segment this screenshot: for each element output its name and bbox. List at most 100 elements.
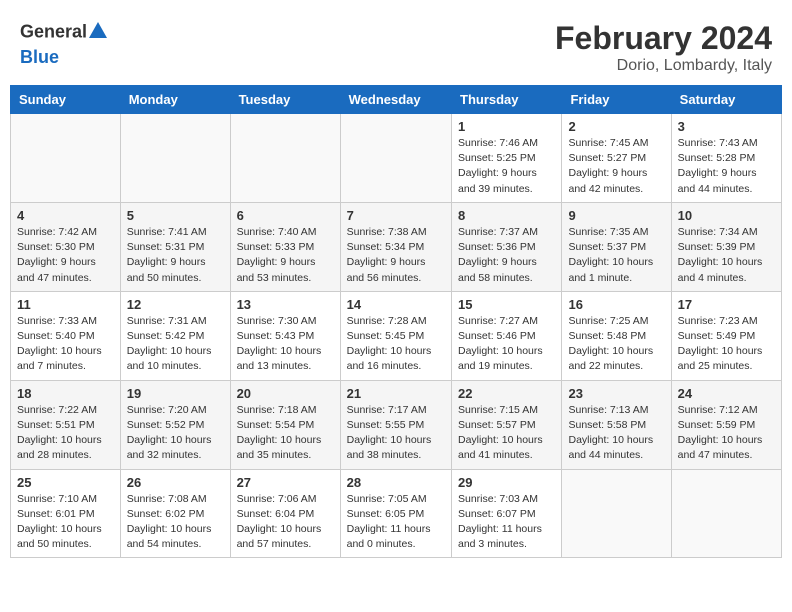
calendar-cell: 16 Sunrise: 7:25 AMSunset: 5:48 PMDayligh… (562, 291, 671, 380)
day-info: Sunrise: 7:20 AMSunset: 5:52 PMDaylight:… (127, 403, 224, 464)
calendar-cell: 18 Sunrise: 7:22 AMSunset: 5:51 PMDayligh… (11, 380, 121, 469)
day-number: 16 (568, 297, 664, 312)
day-info: Sunrise: 7:08 AMSunset: 6:02 PMDaylight:… (127, 492, 224, 553)
calendar-cell: 25 Sunrise: 7:10 AMSunset: 6:01 PMDayligh… (11, 469, 121, 558)
day-number: 20 (237, 386, 334, 401)
day-number: 11 (17, 297, 114, 312)
day-number: 24 (678, 386, 775, 401)
day-number: 28 (347, 475, 445, 490)
calendar-cell: 10 Sunrise: 7:34 AMSunset: 5:39 PMDayligh… (671, 202, 781, 291)
title-block: February 2024 Dorio, Lombardy, Italy (555, 20, 772, 75)
day-info: Sunrise: 7:41 AMSunset: 5:31 PMDaylight:… (127, 225, 224, 286)
column-header-friday: Friday (562, 86, 671, 114)
calendar-cell: 8Sunrise: 7:37 AMSunset: 5:36 PMDaylight… (452, 202, 562, 291)
calendar-cell: 4 Sunrise: 7:42 AMSunset: 5:30 PMDaylight… (11, 202, 121, 291)
day-info: Sunrise: 7:15 AMSunset: 5:57 PMDaylight:… (458, 403, 555, 464)
day-info: Sunrise: 7:30 AMSunset: 5:43 PMDaylight:… (237, 314, 334, 375)
logo: General Blue (20, 20, 109, 68)
calendar-cell: 3 Sunrise: 7:43 AMSunset: 5:28 PMDaylight… (671, 114, 781, 203)
day-number: 23 (568, 386, 664, 401)
column-header-wednesday: Wednesday (340, 86, 451, 114)
day-number: 21 (347, 386, 445, 401)
calendar-cell: 15 Sunrise: 7:27 AMSunset: 5:46 PMDayligh… (452, 291, 562, 380)
calendar-week-row: 11 Sunrise: 7:33 AMSunset: 5:40 PMDayligh… (11, 291, 782, 380)
day-number: 19 (127, 386, 224, 401)
day-info: Sunrise: 7:42 AMSunset: 5:30 PMDaylight:… (17, 225, 114, 286)
day-number: 5 (127, 208, 224, 223)
day-info: Sunrise: 7:28 AMSunset: 5:45 PMDaylight:… (347, 314, 445, 375)
day-info: Sunrise: 7:23 AMSunset: 5:49 PMDaylight:… (678, 314, 775, 375)
day-number: 29 (458, 475, 555, 490)
day-number: 26 (127, 475, 224, 490)
month-title: February 2024 (555, 20, 772, 57)
day-info: Sunrise: 7:06 AMSunset: 6:04 PMDaylight:… (237, 492, 334, 553)
day-number: 10 (678, 208, 775, 223)
column-header-saturday: Saturday (671, 86, 781, 114)
calendar-header-row: SundayMondayTuesdayWednesdayThursdayFrid… (11, 86, 782, 114)
day-info: Sunrise: 7:37 AMSunset: 5:36 PMDaylight:… (458, 225, 555, 286)
calendar-cell: 17Sunrise: 7:23 AMSunset: 5:49 PMDayligh… (671, 291, 781, 380)
day-info: Sunrise: 7:40 AMSunset: 5:33 PMDaylight:… (237, 225, 334, 286)
day-info: Sunrise: 7:22 AMSunset: 5:51 PMDaylight:… (17, 403, 114, 464)
day-info: Sunrise: 7:25 AMSunset: 5:48 PMDaylight:… (568, 314, 664, 375)
day-number: 13 (237, 297, 334, 312)
day-number: 6 (237, 208, 334, 223)
column-header-sunday: Sunday (11, 86, 121, 114)
day-number: 4 (17, 208, 114, 223)
calendar-cell: 29 Sunrise: 7:03 AMSunset: 6:07 PMDayligh… (452, 469, 562, 558)
day-info: Sunrise: 7:31 AMSunset: 5:42 PMDaylight:… (127, 314, 224, 375)
column-header-thursday: Thursday (452, 86, 562, 114)
day-number: 1 (458, 119, 555, 134)
day-info: Sunrise: 7:45 AMSunset: 5:27 PMDaylight:… (568, 136, 664, 197)
day-info: Sunrise: 7:34 AMSunset: 5:39 PMDaylight:… (678, 225, 775, 286)
calendar-cell: 28 Sunrise: 7:05 AMSunset: 6:05 PMDayligh… (340, 469, 451, 558)
calendar-cell: 24Sunrise: 7:12 AMSunset: 5:59 PMDayligh… (671, 380, 781, 469)
calendar-cell: 19 Sunrise: 7:20 AMSunset: 5:52 PMDayligh… (120, 380, 230, 469)
day-info: Sunrise: 7:10 AMSunset: 6:01 PMDaylight:… (17, 492, 114, 553)
calendar-cell: 2 Sunrise: 7:45 AMSunset: 5:27 PMDaylight… (562, 114, 671, 203)
calendar-cell: 27 Sunrise: 7:06 AMSunset: 6:04 PMDayligh… (230, 469, 340, 558)
day-number: 15 (458, 297, 555, 312)
day-info: Sunrise: 7:43 AMSunset: 5:28 PMDaylight:… (678, 136, 775, 197)
calendar-cell: 11 Sunrise: 7:33 AMSunset: 5:40 PMDayligh… (11, 291, 121, 380)
day-number: 2 (568, 119, 664, 134)
day-number: 12 (127, 297, 224, 312)
logo-blue: Blue (20, 47, 59, 67)
day-info: Sunrise: 7:17 AMSunset: 5:55 PMDaylight:… (347, 403, 445, 464)
day-info: Sunrise: 7:35 AMSunset: 5:37 PMDaylight:… (568, 225, 664, 286)
day-number: 22 (458, 386, 555, 401)
day-number: 7 (347, 208, 445, 223)
day-info: Sunrise: 7:33 AMSunset: 5:40 PMDaylight:… (17, 314, 114, 375)
calendar-cell: 9 Sunrise: 7:35 AMSunset: 5:37 PMDaylight… (562, 202, 671, 291)
day-number: 18 (17, 386, 114, 401)
logo-general: General (20, 22, 87, 42)
calendar-cell: 6 Sunrise: 7:40 AMSunset: 5:33 PMDaylight… (230, 202, 340, 291)
calendar-cell: 7 Sunrise: 7:38 AMSunset: 5:34 PMDaylight… (340, 202, 451, 291)
day-number: 9 (568, 208, 664, 223)
day-number: 25 (17, 475, 114, 490)
calendar-cell: 12 Sunrise: 7:31 AMSunset: 5:42 PMDayligh… (120, 291, 230, 380)
day-info: Sunrise: 7:18 AMSunset: 5:54 PMDaylight:… (237, 403, 334, 464)
day-info: Sunrise: 7:13 AMSunset: 5:58 PMDaylight:… (568, 403, 664, 464)
calendar-cell: 5 Sunrise: 7:41 AMSunset: 5:31 PMDaylight… (120, 202, 230, 291)
calendar-cell (230, 114, 340, 203)
day-info: Sunrise: 7:38 AMSunset: 5:34 PMDaylight:… (347, 225, 445, 286)
day-number: 3 (678, 119, 775, 134)
day-info: Sunrise: 7:03 AMSunset: 6:07 PMDaylight:… (458, 492, 555, 553)
day-info: Sunrise: 7:05 AMSunset: 6:05 PMDaylight:… (347, 492, 445, 553)
page-header: General Blue February 2024 Dorio, Lombar… (10, 10, 782, 80)
calendar-cell: 20 Sunrise: 7:18 AMSunset: 5:54 PMDayligh… (230, 380, 340, 469)
calendar-cell (120, 114, 230, 203)
day-info: Sunrise: 7:46 AMSunset: 5:25 PMDaylight:… (458, 136, 555, 197)
calendar-cell (11, 114, 121, 203)
calendar-cell (671, 469, 781, 558)
calendar-week-row: 1 Sunrise: 7:46 AMSunset: 5:25 PMDaylight… (11, 114, 782, 203)
calendar-week-row: 25 Sunrise: 7:10 AMSunset: 6:01 PMDayligh… (11, 469, 782, 558)
calendar-cell: 13 Sunrise: 7:30 AMSunset: 5:43 PMDayligh… (230, 291, 340, 380)
calendar-cell (562, 469, 671, 558)
day-number: 27 (237, 475, 334, 490)
location-title: Dorio, Lombardy, Italy (555, 57, 772, 75)
calendar-week-row: 18 Sunrise: 7:22 AMSunset: 5:51 PMDayligh… (11, 380, 782, 469)
day-number: 14 (347, 297, 445, 312)
day-info: Sunrise: 7:27 AMSunset: 5:46 PMDaylight:… (458, 314, 555, 375)
